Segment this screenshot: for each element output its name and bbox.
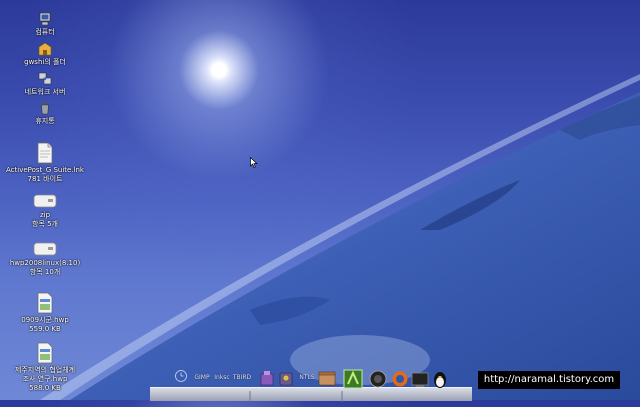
desktop-icon-home-folder[interactable]: gwshi의 폴더 bbox=[0, 42, 90, 67]
dock-item-ntls[interactable]: NTLS bbox=[297, 369, 317, 394]
hwp-document-icon bbox=[37, 292, 53, 314]
computer-icon bbox=[39, 12, 51, 26]
desktop-icon-label: 제주지역의 협업체계 bbox=[14, 366, 76, 374]
dock-item-archive[interactable] bbox=[318, 369, 336, 389]
desktop-icon-label-line2: 조사 연구.hwp bbox=[22, 375, 68, 383]
desktop-icon-label: gwshi의 폴더 bbox=[24, 58, 66, 66]
music-player-icon bbox=[343, 369, 363, 389]
dock-item-clock[interactable] bbox=[172, 369, 190, 389]
clock-icon bbox=[175, 370, 187, 382]
dock-item-gimp[interactable]: GIMP bbox=[192, 369, 212, 394]
dock-item-firefox[interactable] bbox=[390, 369, 410, 389]
mouse-pointer-icon bbox=[250, 157, 258, 168]
trash-icon bbox=[41, 103, 49, 115]
dock-item-terminal[interactable] bbox=[410, 369, 430, 389]
desktop-icon-activepost-shortcut[interactable]: ActivePost_G Suite.lnk 781 바이트 bbox=[0, 142, 90, 184]
desktop-icon-zip-folder[interactable]: zip 항목 5개 bbox=[0, 193, 90, 229]
desktop-icon-label: 0909시군.hwp bbox=[21, 316, 69, 324]
desktop-icon-hwp-file-2[interactable]: 제주지역의 협업체계 조사 연구.hwp 588.0 KB bbox=[0, 342, 90, 393]
desktop-icon-size: 588.0 KB bbox=[29, 384, 61, 392]
firefox-icon bbox=[392, 371, 408, 387]
desktop-icon-computer[interactable]: 컴퓨터 bbox=[0, 12, 90, 37]
dock-item-inkscape[interactable]: Inksc bbox=[212, 369, 232, 394]
desktop-icon-label: 휴지통 bbox=[35, 117, 55, 125]
earth-horizon bbox=[40, 74, 640, 400]
package-icon bbox=[260, 371, 274, 386]
dock-item-package[interactable] bbox=[258, 369, 276, 389]
speaker-icon bbox=[369, 370, 387, 388]
archive-box-icon bbox=[318, 371, 336, 386]
watermark-url: http://naramal.tistory.com bbox=[478, 371, 620, 389]
desktop-icon-label: 컴퓨터 bbox=[35, 28, 55, 36]
desktop-icon-count: 항목 10개 bbox=[29, 268, 61, 276]
desktop-icon-label: 네트워크 서버 bbox=[24, 88, 66, 96]
desktop-icon-label: hwp2008linux(8.10) bbox=[9, 259, 81, 267]
dock-item-thunderbird[interactable]: TBIRD bbox=[232, 369, 252, 394]
dock-item-music[interactable] bbox=[343, 369, 363, 389]
dock-item-keyring[interactable] bbox=[277, 369, 295, 389]
desktop-icon-size: 781 바이트 bbox=[27, 175, 63, 183]
desktop-icon-network[interactable]: 네트워크 서버 bbox=[0, 72, 90, 97]
keyring-icon bbox=[279, 372, 293, 386]
folder-drive-icon bbox=[33, 242, 57, 256]
network-icon bbox=[38, 72, 52, 85]
tux-penguin-icon bbox=[434, 372, 446, 388]
dock-item-rhythmbox[interactable] bbox=[368, 369, 388, 389]
desktop-icon-trash[interactable]: 휴지통 bbox=[0, 101, 90, 126]
desktop-icon-label: ActivePost_G Suite.lnk bbox=[6, 166, 84, 174]
desktop-icon-count: 항목 5개 bbox=[32, 220, 58, 228]
folder-drive-icon bbox=[33, 194, 57, 208]
desktop-icon-hwp2008-folder[interactable]: hwp2008linux(8.10) 항목 10개 bbox=[0, 241, 90, 277]
desktop-icon-label: zip bbox=[39, 211, 51, 219]
terminal-icon bbox=[411, 372, 429, 387]
document-icon bbox=[37, 142, 53, 164]
dock-item-tux[interactable] bbox=[430, 369, 450, 389]
desktop-icon-hwp-file-1[interactable]: 0909시군.hwp 559.0 KB bbox=[0, 292, 90, 334]
hwp-document-icon bbox=[37, 342, 53, 364]
home-folder-icon bbox=[38, 42, 52, 56]
desktop-icon-size: 559.0 KB bbox=[29, 325, 61, 333]
